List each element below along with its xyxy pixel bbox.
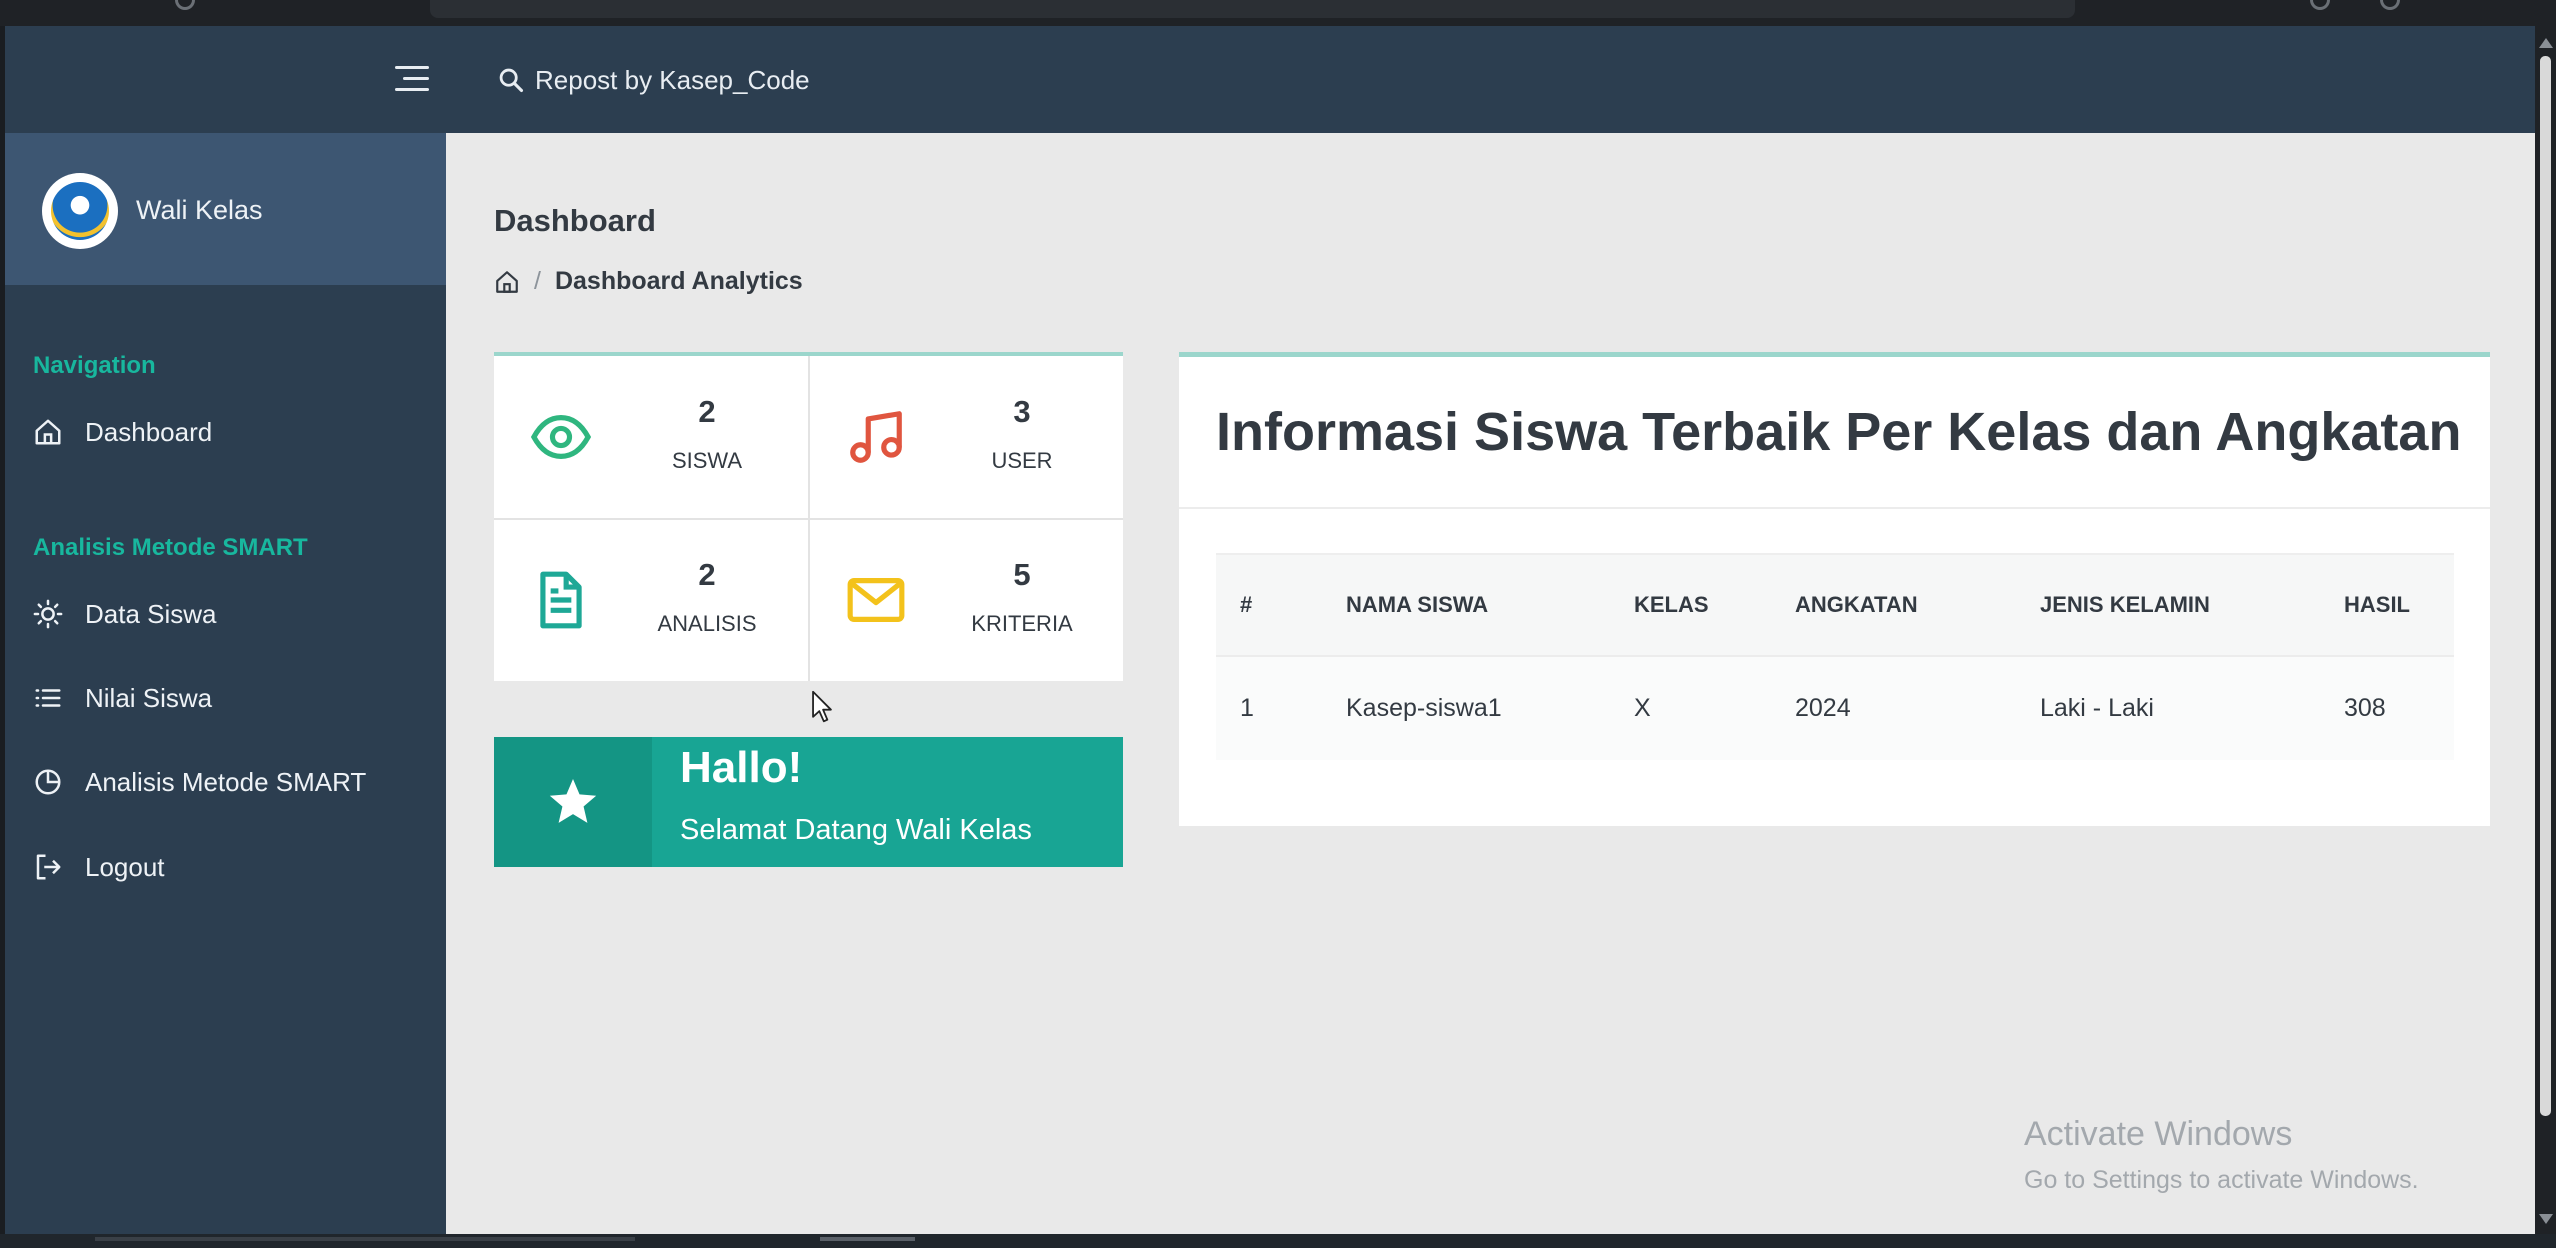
column-header[interactable]: HASIL [2320, 554, 2454, 656]
sun-icon [33, 599, 63, 629]
stat-value: 2 [698, 557, 716, 592]
best-students-card: Informasi Siswa Terbaik Per Kelas dan An… [1179, 352, 2490, 826]
sidebar-item-label: Data Siswa [85, 598, 217, 629]
nav-caption-navigation: Navigation [33, 352, 156, 379]
brand-title: Wali Kelas [136, 195, 263, 225]
table-cell: Kasep-siswa1 [1346, 694, 1502, 722]
stat-value: 5 [1013, 557, 1031, 592]
stat-label: USER [991, 448, 1053, 473]
breadcrumb-current: Dashboard Analytics [554, 267, 803, 295]
sidebar-brand[interactable]: Wali Kelas [5, 133, 446, 285]
main-content: Dashboard / Dashboard Analytics 2 SISWA [446, 133, 2535, 1234]
sidebar-item-analisis-smart[interactable]: Analisis Metode SMART [33, 757, 433, 807]
logo [42, 173, 118, 249]
sidebar-item-dashboard[interactable]: Dashboard [33, 407, 433, 457]
stat-label: SISWA [671, 448, 743, 473]
star-icon [549, 779, 597, 823]
sidebar-item-label: Nilai Siswa [85, 682, 213, 713]
stat-analisis: 2 ANALISIS [494, 519, 808, 681]
sidebar: Wali Kelas Navigation Dashboard Analisis… [5, 133, 446, 1234]
profile-icon[interactable] [2380, 0, 2400, 10]
search-trigger[interactable]: Repost by Kasep_Code [497, 60, 810, 100]
menu-toggle-icon[interactable] [395, 66, 429, 92]
table-row: 1 Kasep-siswa1 X 2024 Laki - Laki 308 [1216, 656, 2454, 760]
scroll-down-icon[interactable] [2539, 1214, 2553, 1224]
best-students-table-wrap: # NAMA SISWA KELAS ANGKATAN JENIS KELAMI… [1216, 553, 2454, 760]
column-header[interactable]: JENIS KELAMIN [2016, 554, 2320, 656]
welcome-subtitle: Selamat Datang Wali Kelas [680, 814, 1032, 846]
breadcrumb-separator: / [534, 267, 541, 295]
taskbar-app[interactable] [820, 1237, 915, 1241]
scroll-up-icon[interactable] [2539, 38, 2553, 48]
sidebar-item-label: Analisis Metode SMART [85, 766, 367, 797]
sidebar-item-label: Logout [85, 851, 165, 882]
home-icon[interactable] [494, 269, 520, 295]
windows-activation-watermark: Activate Windows Go to Settings to activ… [2024, 1115, 2419, 1195]
table-header-row: # NAMA SISWA KELAS ANGKATAN JENIS KELAMI… [1216, 554, 2454, 656]
os-taskbar [0, 1234, 2556, 1248]
welcome-card: Hallo! Selamat Datang Wali Kelas [494, 737, 1123, 867]
sidebar-item-nilai-siswa[interactable]: Nilai Siswa [33, 673, 433, 723]
table-cell: X [1634, 694, 1651, 722]
eye-icon [530, 415, 592, 459]
music-icon [850, 411, 902, 463]
mail-icon [847, 578, 905, 622]
divider [1179, 507, 2490, 509]
table-cell: Laki - Laki [2040, 694, 2154, 722]
stat-kriteria: 5 KRITERIA [809, 519, 1123, 681]
list-icon [35, 689, 61, 707]
best-students-table: # NAMA SISWA KELAS ANGKATAN JENIS KELAMI… [1216, 553, 2454, 760]
browser-address-bar[interactable] [430, 0, 2075, 18]
watermark-title: Activate Windows [2024, 1115, 2293, 1153]
sidebar-item-logout[interactable]: Logout [33, 842, 433, 892]
top-navbar: Repost by Kasep_Code [5, 26, 2535, 133]
stat-label: ANALISIS [657, 611, 757, 636]
welcome-icon-box [494, 737, 652, 867]
column-header[interactable]: NAMA SISWA [1322, 554, 1610, 656]
search-label: Repost by Kasep_Code [535, 64, 810, 95]
stat-value: 3 [1013, 394, 1031, 429]
breadcrumb: / Dashboard Analytics [494, 267, 803, 296]
extension-icon[interactable] [2310, 0, 2330, 10]
stat-siswa: 2 SISWA [494, 356, 808, 518]
stat-label: KRITERIA [971, 611, 1073, 636]
browser-top-strip [0, 0, 2556, 26]
stat-user: 3 USER [809, 356, 1123, 518]
nav-caption-analisis: Analisis Metode SMART [33, 534, 308, 561]
column-header[interactable]: ANGKATAN [1771, 554, 2016, 656]
table-cell: 2024 [1795, 694, 1851, 722]
scrollbar-thumb[interactable] [2540, 56, 2551, 1116]
search-icon [499, 68, 524, 93]
mouse-cursor-icon [812, 690, 832, 723]
page-scrollbar[interactable] [2535, 26, 2556, 1234]
taskbar-search[interactable] [95, 1237, 635, 1241]
table-cell: 1 [1240, 694, 1254, 722]
logout-icon [36, 854, 61, 880]
card-title: Informasi Siswa Terbaik Per Kelas dan An… [1216, 402, 2462, 462]
reload-icon[interactable] [175, 0, 195, 10]
file-text-icon [540, 571, 582, 629]
app-window: Repost by Kasep_Code Wali Kelas Navigati… [5, 26, 2535, 1234]
welcome-title: Hallo! [680, 743, 803, 792]
column-header[interactable]: KELAS [1610, 554, 1771, 656]
stat-value: 2 [698, 394, 716, 429]
home-icon [35, 419, 61, 445]
column-header[interactable]: # [1216, 554, 1322, 656]
page-title: Dashboard [494, 203, 656, 238]
stats-card: 2 SISWA 3 USER 2 ANALISIS 5 KRITERIA [494, 352, 1123, 681]
sidebar-item-label: Dashboard [85, 416, 213, 447]
sidebar-item-data-siswa[interactable]: Data Siswa [33, 589, 433, 639]
watermark-subtitle: Go to Settings to activate Windows. [2024, 1166, 2419, 1194]
table-cell: 308 [2344, 694, 2386, 722]
pie-chart-icon [35, 769, 61, 795]
